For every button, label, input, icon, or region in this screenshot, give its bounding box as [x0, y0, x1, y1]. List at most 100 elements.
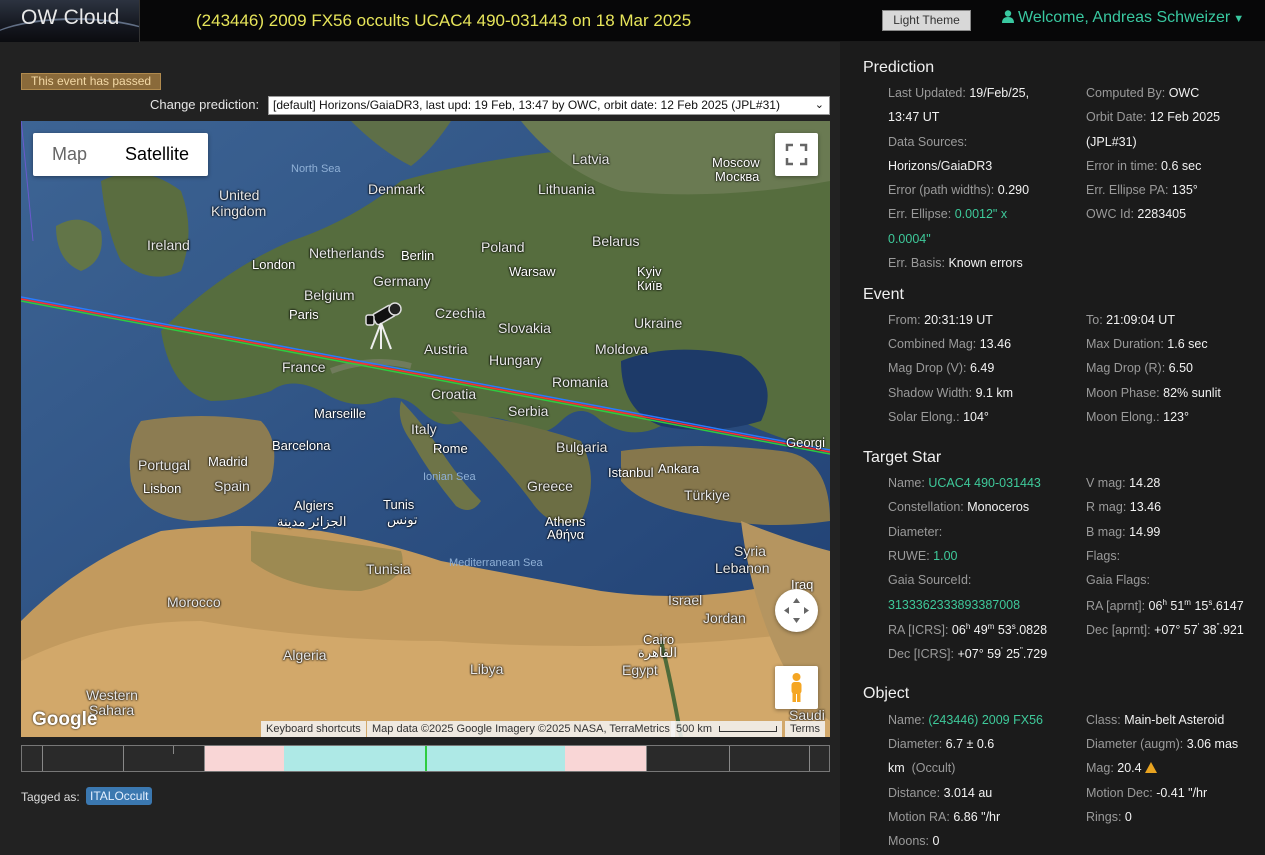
map-label: Marseille	[314, 406, 367, 421]
google-logo: Google	[32, 709, 98, 730]
data-sources-value: Horizons/GaiaDR3	[888, 159, 993, 173]
map-type-map-button[interactable]: Map	[33, 133, 106, 176]
fullscreen-button[interactable]	[775, 133, 818, 176]
map-label: Berlin	[401, 248, 435, 263]
map-label: Mediterranean Sea	[449, 557, 543, 569]
map-label: Belarus	[592, 233, 640, 249]
diameter-augm-row: Diameter (augm): 3.06 mas	[1086, 737, 1239, 751]
object-diameter-row-cont: km (Occult)	[888, 761, 956, 775]
map-label: Israel	[668, 592, 703, 608]
brand-logo[interactable]: OW Cloud	[0, 0, 140, 42]
b-mag-row: B mag: 14.99	[1086, 525, 1161, 539]
object-name-row: Name: (243446) 2009 FX56	[888, 713, 1043, 727]
map-label: Algeria	[283, 647, 327, 663]
moons-row: Moons: 0	[888, 834, 940, 848]
map-label: Netherlands	[309, 245, 385, 261]
map-label: Lisbon	[143, 481, 182, 496]
map-label: Ukraine	[634, 315, 683, 331]
computed-by-row: Computed By: OWC	[1086, 86, 1200, 100]
timeline-tick	[123, 746, 124, 771]
light-theme-button[interactable]: Light Theme	[882, 10, 971, 31]
map-label: Georgi	[786, 435, 826, 450]
target-star-heading: Target Star	[863, 449, 942, 466]
street-view-pegman[interactable]	[775, 666, 818, 709]
chevron-down-icon: ⌄	[814, 99, 824, 111]
map-label: Greece	[527, 478, 573, 494]
event-timeline[interactable]	[21, 745, 830, 772]
map-label: Istanbul	[608, 465, 654, 480]
solar-elong-row: Solar Elong.: 104°	[888, 410, 989, 424]
event-from-row: From: 20:31:19 UT	[888, 313, 993, 327]
map-label: Germany	[373, 273, 431, 289]
moon-elong-row: Moon Elong.: 123°	[1086, 410, 1190, 424]
gaia-source-row: Gaia SourceId:	[888, 573, 972, 587]
err-ellipse-pa-row: Err. Ellipse PA: 135°	[1086, 183, 1198, 197]
map-view[interactable]: North Sea Denmark Latvia Lithuania Mosco…	[21, 121, 830, 737]
object-name-link[interactable]: (243446) 2009 FX56	[928, 713, 1043, 727]
timeline-tick	[729, 746, 730, 771]
mag-drop-v-row: Mag Drop (V): 6.49	[888, 361, 995, 375]
rings-row: Rings: 0	[1086, 810, 1132, 824]
map-label: Moscow	[712, 155, 760, 170]
orbit-date-row: Orbit Date: 12 Feb 2025	[1086, 110, 1221, 124]
camera-control-button[interactable]	[775, 589, 818, 632]
user-menu[interactable]: Welcome, Andreas Schweizer ▼	[1002, 9, 1244, 27]
keyboard-shortcuts-link[interactable]: Keyboard shortcuts	[261, 721, 366, 737]
welcome-text: Welcome, Andreas Schweizer	[1018, 9, 1231, 26]
r-mag-row: R mag: 13.46	[1086, 500, 1162, 514]
distance-row: Distance: 3.014 au	[888, 786, 993, 800]
map-label: Türkiye	[684, 487, 730, 503]
map-label: Spain	[214, 478, 250, 494]
map-label: Latvia	[572, 151, 610, 167]
map-label: Italy	[411, 421, 437, 437]
map-label: Ankara	[658, 461, 700, 476]
scale-ruler	[719, 726, 778, 733]
map-label: Slovakia	[498, 320, 551, 336]
map-label: London	[252, 257, 296, 272]
shadow-width-row: Shadow Width: 9.1 km	[888, 386, 1014, 400]
map-label: Croatia	[431, 386, 477, 402]
map-label: Portugal	[138, 457, 191, 473]
dec-apparent-row: Dec [aprnt]: +07° 57' 38".921	[1086, 622, 1244, 638]
map-data-attribution: Map data ©2025 Google Imagery ©2025 NASA…	[367, 721, 675, 737]
map-label: Αθήνα	[547, 527, 585, 542]
data-sources-row: Data Sources:	[888, 135, 968, 149]
map-label: Morocco	[167, 594, 221, 610]
tag-italoccult[interactable]: ITALOccult	[86, 787, 153, 805]
combined-mag-row: Combined Mag: 13.46	[888, 337, 1012, 351]
timeline-tick	[173, 746, 174, 754]
timeline-band	[204, 746, 285, 771]
pegman-icon	[791, 673, 802, 702]
map-label: United	[219, 187, 260, 203]
timeline-band	[565, 746, 646, 771]
scale-bar[interactable]: 500 km	[671, 721, 782, 737]
moon-phase-row: Moon Phase: 82% sunlit	[1086, 386, 1221, 400]
telescope-icon[interactable]	[361, 299, 403, 351]
map-type-satellite-button[interactable]: Satellite	[106, 133, 208, 176]
map-label: Algiers	[294, 498, 334, 513]
prediction-heading: Prediction	[863, 59, 935, 76]
gaia-flags-row: Gaia Flags:	[1086, 573, 1150, 587]
timeline-event-marker	[425, 746, 427, 771]
map-label: Egypt	[622, 662, 658, 678]
map-type-control: Map Satellite	[33, 133, 209, 176]
map-label: Москва	[715, 169, 760, 184]
map-label: Ionian Sea	[423, 471, 476, 483]
star-diameter-row: Diameter:	[888, 525, 943, 539]
change-prediction-label: Change prediction:	[150, 97, 260, 112]
fullscreen-icon	[785, 143, 808, 166]
gaia-source-id[interactable]: 3133362333893387008	[888, 598, 1020, 612]
map-label: Madrid	[208, 454, 248, 469]
map-label: القاهرة	[638, 645, 677, 660]
terms-link[interactable]: Terms	[785, 721, 825, 737]
err-basis-row: Err. Basis: Known errors	[888, 256, 1023, 270]
map-label: الجزائر مدينة	[277, 514, 347, 529]
object-heading: Object	[863, 685, 910, 702]
prediction-select[interactable]: [default] Horizons/GaiaDR3, last upd: 19…	[268, 96, 830, 115]
flags-row: Flags:	[1086, 549, 1121, 563]
map-label: Poland	[481, 239, 525, 255]
map-label: Libya	[470, 661, 504, 677]
map-label: Kingdom	[211, 203, 267, 219]
star-name-link[interactable]: UCAC4 490-031443	[928, 476, 1041, 490]
last-updated-row-cont: 13:47 UT	[888, 110, 940, 124]
